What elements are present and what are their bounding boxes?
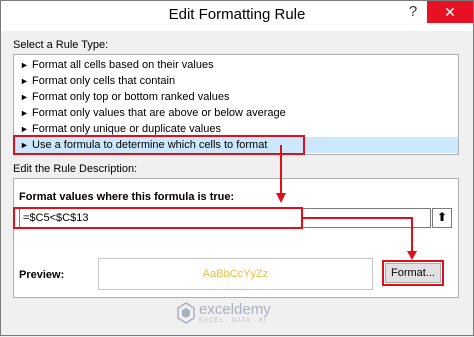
watermark-tagline: EXCEL · DATA · BI: [199, 318, 267, 324]
arrow-to-formula: [276, 145, 286, 203]
exceldemy-logo-icon: [177, 302, 195, 324]
arrow-to-format-button: [303, 217, 417, 260]
watermark-name: exceldemy: [199, 301, 271, 318]
annotation-arrows: [276, 145, 417, 260]
edit-formatting-rule-dialog: Edit Formatting Rule ? ✕ Select a Rule T…: [0, 0, 474, 336]
exceldemy-watermark: exceldemy EXCEL · DATA · BI: [177, 299, 327, 329]
